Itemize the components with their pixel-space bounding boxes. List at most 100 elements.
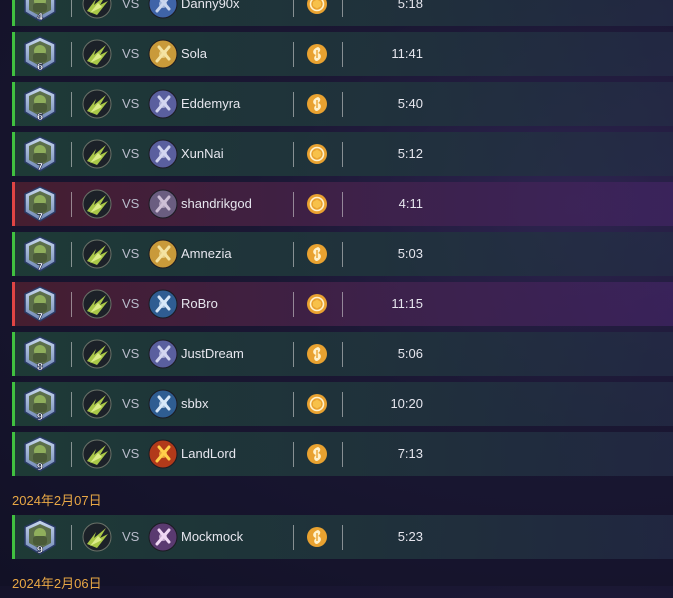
hero-warrior-icon: [148, 189, 178, 219]
opponent-name[interactable]: Sola: [181, 46, 207, 61]
divider: [293, 0, 294, 17]
divider: [342, 0, 343, 17]
rank-badge-icon: 6: [22, 86, 58, 123]
game-duration: 4:11: [398, 196, 423, 211]
vs-label: VS: [122, 196, 140, 211]
vs-label: VS: [122, 529, 140, 544]
opponent-name[interactable]: Amnezia: [181, 246, 232, 261]
game-row[interactable]: 9 VS Mockmock 5:23: [12, 515, 673, 559]
rank-badge-icon: 4: [22, 0, 58, 23]
svg-text:8: 8: [37, 362, 44, 372]
game-duration: 11:41: [391, 46, 423, 61]
swirl-icon: [306, 243, 328, 265]
coin-icon: [306, 193, 328, 215]
rank-badge-icon: 7: [22, 186, 58, 223]
rank-badge-icon: 6: [22, 36, 58, 73]
player-hero-icon: [82, 289, 112, 319]
vs-label: VS: [122, 396, 140, 411]
date-header: 2024年2月06日: [12, 576, 102, 591]
fire-icon: [148, 439, 178, 469]
opponent-name[interactable]: Eddemyra: [181, 96, 240, 111]
rogue-swirl-icon: [148, 522, 178, 552]
game-row[interactable]: 4 VS Danny90x 5:18: [12, 0, 673, 26]
paladin-gold-icon: [148, 39, 178, 69]
vs-label: VS: [122, 296, 140, 311]
player-hero-icon: [82, 0, 112, 19]
divider: [71, 392, 72, 417]
vs-label: VS: [122, 0, 140, 11]
opponent-name[interactable]: Danny90x: [181, 0, 240, 11]
divider: [342, 442, 343, 467]
opponent-name[interactable]: sbbx: [181, 396, 208, 411]
game-duration: 5:03: [397, 246, 423, 261]
rank-badge-icon: 7: [22, 136, 58, 173]
divider: [293, 42, 294, 67]
svg-text:9: 9: [37, 412, 44, 422]
opponent-name[interactable]: JustDream: [181, 346, 244, 361]
opponent-name[interactable]: LandLord: [181, 446, 236, 461]
divider: [71, 442, 72, 467]
divider: [293, 92, 294, 117]
coin-icon: [306, 0, 328, 15]
game-row[interactable]: 9 VS sbbx 10:20: [12, 382, 673, 426]
game-duration: 10:20: [390, 396, 423, 411]
game-row[interactable]: 7 VS RoBro 11:15: [12, 282, 673, 326]
paladin-gold-icon: [148, 239, 178, 269]
date-header: 2024年2月07日: [12, 493, 102, 508]
divider: [342, 392, 343, 417]
divider: [71, 42, 72, 67]
vs-label: VS: [122, 446, 140, 461]
divider: [342, 92, 343, 117]
divider: [293, 342, 294, 367]
coin-icon: [306, 393, 328, 415]
opponent-name[interactable]: RoBro: [181, 296, 218, 311]
divider: [71, 292, 72, 317]
game-row[interactable]: 6 VS Sola 11:41: [12, 32, 673, 76]
opponent-name[interactable]: shandrikgod: [181, 196, 252, 211]
divider: [342, 342, 343, 367]
player-hero-icon: [82, 39, 112, 69]
rank-badge-icon: 7: [22, 286, 58, 323]
hero-mage-icon: [148, 139, 178, 169]
divider: [71, 342, 72, 367]
vs-label: VS: [122, 96, 140, 111]
player-hero-icon: [82, 389, 112, 419]
divider: [342, 142, 343, 167]
opponent-name[interactable]: Mockmock: [181, 529, 243, 544]
game-duration: 5:06: [397, 346, 423, 361]
player-hero-icon: [82, 239, 112, 269]
game-row[interactable]: 9 VS LandLord 7:13: [12, 432, 673, 476]
svg-text:7: 7: [37, 162, 44, 172]
svg-text:6: 6: [37, 62, 44, 72]
game-row[interactable]: 7 VS shandrikgod 4:11: [12, 182, 673, 226]
swirl-icon: [306, 43, 328, 65]
svg-text:9: 9: [37, 462, 44, 472]
rank-badge-icon: 9: [22, 519, 58, 556]
rank-badge-icon: 9: [22, 386, 58, 423]
game-duration: 5:23: [397, 529, 423, 544]
divider: [71, 525, 72, 550]
svg-text:6: 6: [37, 112, 44, 122]
game-row[interactable]: 8 VS JustDream 5:06: [12, 332, 673, 376]
hero-mage-icon: [148, 339, 178, 369]
rank-badge-icon: 8: [22, 336, 58, 373]
sword-blue-icon: [148, 389, 178, 419]
game-row[interactable]: 7 VS XunNai 5:12: [12, 132, 673, 176]
opponent-name[interactable]: XunNai: [181, 146, 224, 161]
player-hero-icon: [82, 522, 112, 552]
vs-label: VS: [122, 46, 140, 61]
sword-blue-icon: [148, 289, 178, 319]
swirl-icon: [306, 93, 328, 115]
divider: [293, 292, 294, 317]
game-row[interactable]: 7 VS Amnezia 5:03: [12, 232, 673, 276]
swirl-icon: [306, 526, 328, 548]
divider: [71, 142, 72, 167]
vs-label: VS: [122, 246, 140, 261]
shield-blue-icon: [148, 0, 178, 19]
player-hero-icon: [82, 339, 112, 369]
game-row[interactable]: 6 VS Eddemyra 5:40: [12, 82, 673, 126]
divider: [342, 292, 343, 317]
game-duration: 5:18: [397, 0, 423, 11]
game-duration: 5:12: [397, 146, 423, 161]
player-hero-icon: [82, 139, 112, 169]
